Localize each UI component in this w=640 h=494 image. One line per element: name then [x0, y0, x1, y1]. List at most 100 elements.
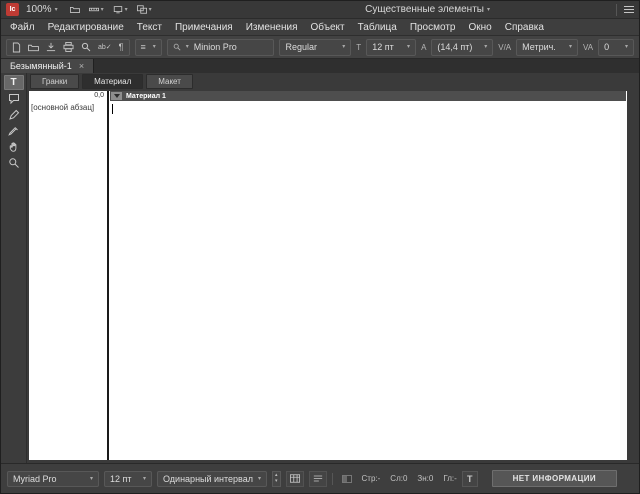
kerning-icon: V/A [498, 42, 512, 52]
status-font-family-combo[interactable]: Myriad Pro ▾ [7, 470, 99, 487]
workspace-switcher[interactable]: Существенные элементы ▾ [365, 4, 490, 15]
incopy-window: Ic 100%▾ ▾ ▾ ▾ Существенные элементы▾ [0, 0, 640, 494]
chevron-down-icon: ▾ [54, 6, 58, 13]
depth-counter: Гл:- [443, 474, 457, 483]
leading-icon: A [421, 42, 427, 52]
document-tab-title: Безымянный-1 [10, 61, 72, 71]
arrange-documents-icon[interactable]: ▾ [136, 5, 152, 14]
menu-window[interactable]: Окно [468, 22, 491, 33]
document-tab[interactable]: Безымянный-1 × [1, 59, 95, 73]
menu-table[interactable]: Таблица [358, 22, 397, 33]
file-actions-group: ab✓ ¶ [6, 38, 130, 56]
type-tool[interactable]: T [3, 75, 24, 90]
chevron-down-icon: ▾ [258, 475, 262, 482]
kerning-combo[interactable]: Метрич. ▾ [516, 38, 578, 56]
lines-icon[interactable] [308, 470, 327, 487]
font-family-combo[interactable]: ▾ Minion Pro [166, 38, 275, 56]
story-title: Материал 1 [126, 92, 166, 100]
copyfit-info: Стр:- Сл:0 Зн:0 Гл:- [341, 474, 457, 483]
depth-marker: 0,0 [94, 92, 104, 99]
spellcheck-icon[interactable]: ab✓ [98, 44, 112, 51]
app-logo-icon: Ic [6, 3, 19, 16]
search-icon [173, 43, 181, 51]
font-style-combo[interactable]: Regular ▾ [279, 38, 352, 56]
chevron-down-icon: ▾ [124, 6, 128, 13]
menu-type[interactable]: Текст [137, 22, 162, 33]
panel-menu-icon[interactable] [624, 5, 634, 14]
menu-view[interactable]: Просмотр [410, 22, 456, 33]
characters-counter: Зн:0 [417, 474, 434, 483]
separator [616, 3, 617, 16]
document-tab-bar: Безымянный-1 × [1, 59, 639, 73]
tab-galley[interactable]: Гранки [30, 74, 80, 89]
print-icon[interactable] [63, 42, 74, 52]
search-icon[interactable] [81, 42, 91, 52]
menu-changes[interactable]: Изменения [246, 22, 298, 33]
tab-layout[interactable]: Макет [146, 74, 193, 89]
separator [331, 472, 333, 485]
chevron-down-icon: ▾ [568, 44, 572, 50]
chevron-down-icon: ▾ [89, 475, 93, 482]
menu-edit[interactable]: Редактирование [48, 22, 124, 33]
style-column: 0,0 [основной абзац] [29, 91, 107, 460]
collapse-story-icon[interactable] [111, 92, 122, 100]
words-counter: Сл:0 [390, 474, 408, 483]
bridge-icon[interactable] [69, 5, 80, 14]
chevron-down-icon: ▾ [142, 475, 146, 482]
story-bar: Материал 1 [110, 91, 626, 101]
zoom-tool[interactable] [4, 155, 24, 170]
tracking-combo[interactable]: 0 ▾ [598, 38, 634, 56]
no-information-status: НЕТ ИНФОРМАЦИИ [491, 470, 617, 487]
chevron-down-icon: ▾ [342, 44, 346, 50]
paragraph-style-label: [основной абзац] [31, 103, 95, 112]
work-area: Гранки Материал Макет 0,0 [основной абза… [27, 73, 639, 463]
main-area: T Гранки Материал Макет 0,0 [основной аб… [1, 73, 639, 463]
hidden-characters-icon[interactable]: ¶ [119, 42, 124, 52]
screen-mode-icon[interactable]: ▾ [113, 5, 128, 14]
open-icon[interactable] [28, 43, 39, 52]
view-tabs: Гранки Материал Макет [27, 73, 639, 90]
save-icon[interactable] [46, 42, 56, 52]
control-toolbar: ab✓ ¶ ≡ ▾ ▾ Minion Pro Regular ▾ T 12 пт ▾… [1, 36, 639, 59]
menubar: Файл Редактирование Текст Примечания Изм… [1, 19, 639, 36]
tab-story[interactable]: Материал [82, 74, 144, 89]
table-icon[interactable] [285, 470, 304, 487]
zoom-level-select[interactable]: 100% ▾ [26, 4, 58, 15]
tools-panel: T [1, 73, 27, 463]
menu-notes[interactable]: Примечания [175, 22, 233, 33]
note-tool[interactable] [4, 91, 24, 106]
menu-file[interactable]: Файл [10, 22, 35, 33]
close-icon[interactable]: × [79, 61, 84, 71]
chevron-down-icon: ▾ [486, 6, 490, 13]
eyedropper-tool[interactable] [4, 123, 24, 138]
line-spacing-combo[interactable]: Одинарный интервал ▾ [157, 470, 267, 487]
statusbar: Myriad Pro ▾ 12 пт ▾ Одинарный интервал ▾ ▴… [1, 463, 639, 493]
chevron-down-icon: ▾ [185, 44, 189, 50]
chevron-down-icon: ▾ [148, 6, 152, 13]
chevron-down-icon: ▾ [407, 44, 411, 50]
titlebar: Ic 100% ▾ ▾ ▾ ▾ Существенные элементы ▾ [1, 1, 639, 19]
pencil-tool[interactable] [4, 107, 24, 122]
font-size-combo[interactable]: 12 пт ▾ [366, 38, 417, 56]
line-spacing-stepper[interactable]: ▴ ▾ [272, 470, 281, 487]
new-document-icon[interactable] [12, 42, 21, 53]
chevron-down-icon: ▾ [624, 44, 628, 50]
view-lines-group[interactable]: ≡ ▾ [134, 38, 162, 56]
menu-object[interactable]: Объект [311, 22, 345, 33]
status-font-size-combo[interactable]: 12 пт ▾ [104, 470, 152, 487]
leading-combo[interactable]: (14,4 пт) ▾ [431, 38, 494, 56]
paper: 0,0 [основной абзац] Материал 1 [29, 91, 627, 460]
view-lines-icon: ≡ [140, 41, 146, 52]
story-editor[interactable]: Материал 1 [109, 91, 627, 460]
chevron-down-icon: ▾ [100, 6, 104, 13]
hand-tool[interactable] [4, 139, 24, 154]
lines-counter: Стр:- [361, 474, 381, 483]
editor-canvas: 0,0 [основной абзац] Материал 1 [27, 90, 639, 463]
tracking-icon: VA [583, 42, 594, 52]
text-cursor [112, 104, 113, 114]
font-size-icon: T [356, 42, 362, 52]
view-options-icon[interactable]: ▾ [88, 5, 104, 14]
overset-text-icon: T [461, 470, 478, 487]
menu-help[interactable]: Справка [505, 22, 544, 33]
chevron-down-icon: ▾ [152, 44, 156, 50]
